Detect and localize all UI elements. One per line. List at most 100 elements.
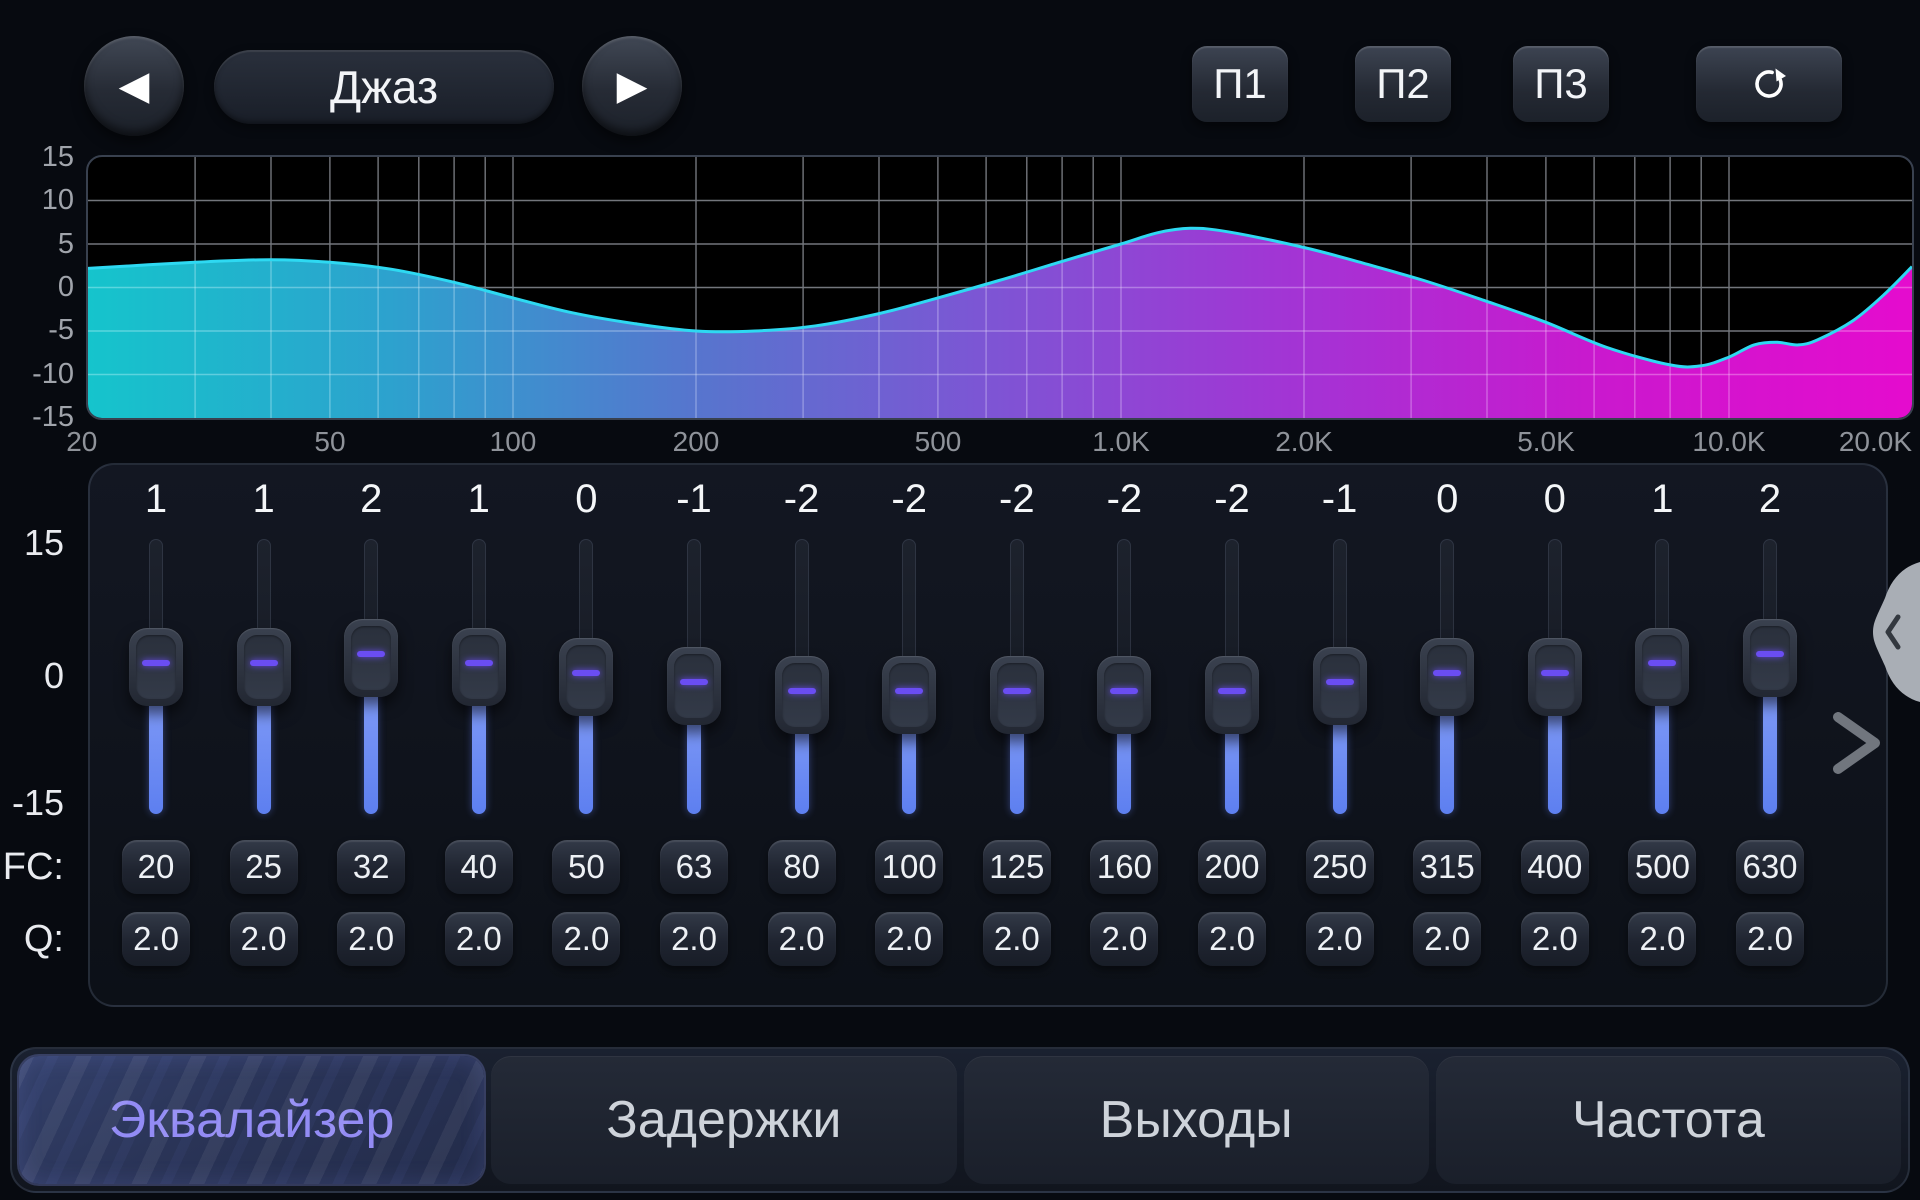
band-q-button[interactable]: 2.0: [1198, 912, 1266, 966]
band-fc-button[interactable]: 50: [552, 840, 620, 894]
eq-band-column: 0 400 2.0: [1501, 465, 1609, 1005]
slider-thumb[interactable]: [1097, 656, 1151, 734]
band-gain-value: -2: [1070, 477, 1178, 522]
tab-3[interactable]: Выходы: [964, 1056, 1429, 1184]
band-q-button[interactable]: 2.0: [660, 912, 728, 966]
band-q-button[interactable]: 2.0: [1736, 912, 1804, 966]
band-fc-button[interactable]: 400: [1521, 840, 1589, 894]
band-fc-button[interactable]: 630: [1736, 840, 1804, 894]
graph-x-tick: 20.0K: [1839, 426, 1912, 458]
band-gain-slider[interactable]: [210, 539, 318, 814]
band-gain-slider[interactable]: [317, 539, 425, 814]
band-q-button[interactable]: 2.0: [875, 912, 943, 966]
dsp-equalizer-screen: ◀ Джаз ▶ П1П2П3 151050-5-10-15 205010020…: [0, 0, 1920, 1200]
band-fc-button[interactable]: 100: [875, 840, 943, 894]
band-gain-slider[interactable]: [532, 539, 640, 814]
slider-thumb[interactable]: [1313, 647, 1367, 725]
band-gain-slider[interactable]: [855, 539, 963, 814]
side-drawer-handle[interactable]: [1864, 560, 1920, 704]
eq-band-column: 1402.0: [425, 465, 533, 1005]
memory-preset-button-1[interactable]: П1: [1192, 46, 1288, 122]
graph-x-tick: 200: [673, 426, 720, 458]
band-q-button[interactable]: 2.0: [230, 912, 298, 966]
tab-1[interactable]: Эквалайзер: [19, 1056, 484, 1184]
band-q-button[interactable]: 2.0: [445, 912, 513, 966]
graph-x-tick: 2.0K: [1275, 426, 1333, 458]
slider-thumb[interactable]: [1528, 638, 1582, 716]
band-gain-value: -1: [1286, 477, 1394, 522]
eq-band-column: -2 100 2.0: [855, 465, 963, 1005]
slider-thumb[interactable]: [990, 656, 1044, 734]
slider-thumb[interactable]: [1420, 638, 1474, 716]
band-gain-slider[interactable]: [1393, 539, 1501, 814]
band-fc-button[interactable]: 40: [445, 840, 513, 894]
graph-y-tick: 5: [0, 229, 74, 259]
band-q-button[interactable]: 2.0: [1628, 912, 1696, 966]
graph-x-tick: 5.0K: [1517, 426, 1575, 458]
band-gain-slider[interactable]: [963, 539, 1071, 814]
eq-band-column: 2322.0: [317, 465, 425, 1005]
graph-x-tick: 20: [66, 426, 97, 458]
slider-thumb[interactable]: [452, 628, 506, 706]
slider-thumb[interactable]: [667, 647, 721, 725]
band-q-button[interactable]: 2.0: [1306, 912, 1374, 966]
slider-thumb[interactable]: [129, 628, 183, 706]
band-gain-value: 1: [1608, 477, 1716, 522]
band-q-button[interactable]: 2.0: [1413, 912, 1481, 966]
band-fc-button[interactable]: 25: [230, 840, 298, 894]
band-gain-slider[interactable]: [748, 539, 856, 814]
graph-y-tick: -10: [0, 359, 74, 389]
band-q-button[interactable]: 2.0: [552, 912, 620, 966]
slider-thumb[interactable]: [1635, 628, 1689, 706]
band-gain-slider[interactable]: [1178, 539, 1286, 814]
band-gain-value: -2: [855, 477, 963, 522]
eq-band-column: -1632.0: [640, 465, 748, 1005]
prev-preset-button[interactable]: ◀: [84, 36, 184, 136]
band-gain-slider[interactable]: [1286, 539, 1394, 814]
slider-thumb[interactable]: [1205, 656, 1259, 734]
band-gain-slider[interactable]: [640, 539, 748, 814]
band-fc-button[interactable]: 160: [1090, 840, 1158, 894]
slider-thumb[interactable]: [559, 638, 613, 716]
band-fc-button[interactable]: 500: [1628, 840, 1696, 894]
next-bands-button[interactable]: [1830, 712, 1886, 776]
band-fc-button[interactable]: 315: [1413, 840, 1481, 894]
band-gain-value: 0: [1501, 477, 1609, 522]
tab-2[interactable]: Задержки: [491, 1056, 956, 1184]
preset-selector[interactable]: Джаз: [214, 50, 554, 124]
band-q-button[interactable]: 2.0: [337, 912, 405, 966]
band-q-button[interactable]: 2.0: [983, 912, 1051, 966]
slider-thumb[interactable]: [237, 628, 291, 706]
band-fc-button[interactable]: 20: [122, 840, 190, 894]
band-fc-button[interactable]: 200: [1198, 840, 1266, 894]
memory-preset-button-3[interactable]: П3: [1513, 46, 1609, 122]
slider-thumb[interactable]: [775, 656, 829, 734]
band-gain-value: 2: [1716, 477, 1824, 522]
band-fc-button[interactable]: 125: [983, 840, 1051, 894]
band-q-button[interactable]: 2.0: [1090, 912, 1158, 966]
memory-preset-button-2[interactable]: П2: [1355, 46, 1451, 122]
band-gain-slider[interactable]: [1716, 539, 1824, 814]
band-fc-button[interactable]: 250: [1306, 840, 1374, 894]
band-gain-slider[interactable]: [1501, 539, 1609, 814]
reset-eq-button[interactable]: [1696, 46, 1842, 122]
band-gain-value: -2: [1178, 477, 1286, 522]
band-q-button[interactable]: 2.0: [1521, 912, 1589, 966]
tab-4[interactable]: Частота: [1436, 1056, 1901, 1184]
band-q-button[interactable]: 2.0: [122, 912, 190, 966]
band-gain-slider[interactable]: [1608, 539, 1716, 814]
next-preset-button[interactable]: ▶: [582, 36, 682, 136]
band-gain-slider[interactable]: [102, 539, 210, 814]
slider-thumb[interactable]: [1743, 619, 1797, 697]
slider-thumb[interactable]: [344, 619, 398, 697]
graph-x-tick: 1.0K: [1092, 426, 1150, 458]
refresh-icon: [1748, 63, 1790, 105]
band-gain-slider[interactable]: [425, 539, 533, 814]
band-fc-button[interactable]: 32: [337, 840, 405, 894]
band-fc-button[interactable]: 80: [768, 840, 836, 894]
band-q-button[interactable]: 2.0: [768, 912, 836, 966]
slider-thumb[interactable]: [882, 656, 936, 734]
eq-band-column: 03152.0: [1393, 465, 1501, 1005]
band-fc-button[interactable]: 63: [660, 840, 728, 894]
band-gain-slider[interactable]: [1070, 539, 1178, 814]
